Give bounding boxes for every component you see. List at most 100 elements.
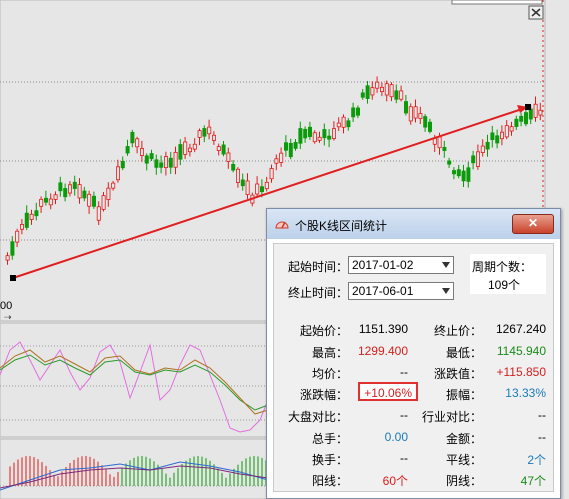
candle-body: [149, 153, 154, 160]
candle-body: [197, 130, 202, 138]
volume-label: 总手：: [312, 432, 349, 446]
industry-compare-value: --: [538, 408, 546, 422]
candle-body: [447, 160, 452, 165]
end-time-label: 终止时间：: [288, 286, 349, 300]
candle-body: [58, 182, 63, 192]
candle-body: [10, 241, 15, 256]
candle-body: [82, 190, 87, 199]
candle-body: [264, 181, 269, 190]
candle-body: [456, 169, 461, 177]
candle-body: [77, 184, 82, 199]
candle-body: [173, 151, 178, 168]
candle-body: [351, 107, 356, 118]
market-compare-label: 大盘对比：: [288, 410, 349, 424]
start-time-value: 2017-01-02: [352, 258, 414, 272]
candle-body: [389, 84, 394, 98]
candle-body: [269, 168, 274, 180]
up-candles-value: 60个: [382, 474, 408, 488]
candle-body: [207, 126, 212, 135]
candle-body: [327, 135, 332, 140]
low-value: 1145.940: [496, 344, 546, 358]
candle-body: [413, 106, 418, 119]
candle-body: [442, 146, 447, 151]
candle-body: [15, 230, 20, 243]
change-label: 涨跌值：: [434, 367, 483, 381]
candle-body: [360, 92, 365, 98]
candle-body: [221, 144, 226, 155]
period-count-label: 周期个数：: [472, 260, 533, 274]
candle-body: [92, 195, 97, 207]
flat-value: 2个: [527, 453, 546, 467]
candle-body: [68, 184, 73, 194]
down-candles-label: 阴线：: [446, 474, 483, 488]
candle-body: [408, 106, 413, 122]
candle-body: [437, 136, 442, 149]
trend-start-handle[interactable]: [10, 275, 16, 281]
candle-body: [312, 132, 317, 143]
top-info-strip: [451, 0, 543, 5]
candle-body: [514, 118, 519, 127]
change-pct-value: +10.06%: [364, 386, 412, 400]
period-count-value: 109个: [488, 278, 521, 292]
chevron-down-icon: [442, 262, 450, 268]
high-label: 最高：: [312, 346, 349, 360]
down-candles-value: 47个: [520, 474, 546, 488]
close-button[interactable]: ✕: [512, 214, 554, 234]
candle-body: [120, 161, 125, 169]
candle-body: [379, 86, 384, 93]
dialog-titlebar[interactable]: 个股K线区间统计 ✕: [267, 209, 560, 239]
candle-body: [255, 183, 260, 195]
candle-body: [240, 179, 245, 187]
candle-body: [509, 126, 514, 132]
chevron-down-icon: [442, 288, 450, 294]
candle-body: [485, 141, 490, 150]
market-compare-value: --: [400, 408, 408, 422]
candle-body: [307, 126, 312, 137]
start-time-select[interactable]: 2017-01-02: [348, 256, 454, 274]
candle-body: [480, 145, 485, 153]
candle-body: [475, 151, 480, 167]
candle-body: [144, 155, 149, 164]
start-price-value: 1151.390: [358, 322, 408, 336]
candle-body: [106, 187, 111, 200]
candle-body: [365, 85, 370, 99]
candle-body: [533, 103, 538, 118]
candle-body: [317, 136, 322, 141]
candle-body: [346, 120, 351, 128]
candle-body: [341, 116, 346, 128]
change-value: +115.850: [496, 365, 547, 379]
candle-body: [427, 121, 432, 132]
candle-body: [48, 198, 53, 206]
candle-body: [322, 129, 327, 139]
volume-value: 0.00: [384, 430, 408, 444]
candle-body: [528, 108, 533, 120]
trend-end-handle[interactable]: [525, 104, 531, 110]
candle-body: [130, 131, 135, 144]
candle-body: [370, 87, 375, 96]
candle-body: [19, 224, 24, 230]
candle-body: [216, 146, 221, 151]
candle-body: [466, 167, 471, 182]
amplitude-value: 13.33%: [505, 386, 546, 400]
candle-body: [490, 132, 495, 141]
candle-body: [231, 164, 236, 171]
candle-body: [519, 115, 524, 122]
candle-body: [499, 131, 504, 140]
start-price-label: 起始价：: [300, 324, 349, 338]
candle-body: [39, 198, 44, 207]
candle-body: [355, 107, 360, 116]
candle-body: [504, 125, 509, 138]
candle-body: [211, 134, 216, 141]
candle-body: [116, 166, 121, 181]
candle-body: [226, 152, 231, 162]
candle-body: [279, 152, 284, 163]
up-candles-label: 阳线：: [312, 474, 349, 488]
dialog-title: 个股K线区间统计: [295, 219, 388, 233]
candle-body: [183, 141, 188, 155]
end-time-select[interactable]: 2017-06-01: [348, 282, 454, 300]
end-time-value: 2017-06-01: [352, 284, 414, 298]
candle-body: [87, 193, 92, 207]
candle-body: [163, 156, 168, 169]
candle-body: [399, 90, 404, 100]
candle-body: [202, 128, 207, 137]
